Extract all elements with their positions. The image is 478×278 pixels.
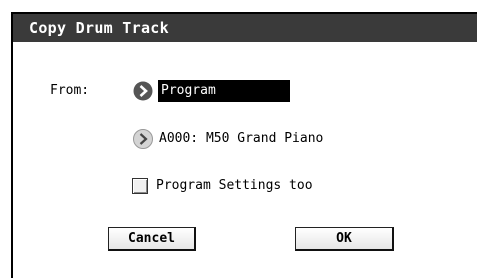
program-settings-checkbox[interactable] bbox=[132, 178, 148, 194]
dialog-title: Copy Drum Track bbox=[29, 19, 169, 37]
source-type-field[interactable]: Program bbox=[158, 80, 290, 102]
from-label: From: bbox=[50, 83, 90, 98]
source-type-value: Program bbox=[161, 83, 216, 98]
copy-drum-track-dialog: Copy Drum Track From: Program A000: M50 … bbox=[11, 12, 477, 278]
program-select-arrow-icon[interactable] bbox=[133, 129, 153, 149]
dialog-titlebar: Copy Drum Track bbox=[13, 14, 477, 42]
ok-button[interactable]: OK bbox=[295, 227, 394, 251]
program-settings-label[interactable]: Program Settings too bbox=[156, 178, 313, 193]
source-type-arrow-icon[interactable] bbox=[133, 81, 153, 101]
source-program-value[interactable]: A000: M50 Grand Piano bbox=[159, 131, 323, 146]
cancel-button[interactable]: Cancel bbox=[108, 227, 196, 251]
